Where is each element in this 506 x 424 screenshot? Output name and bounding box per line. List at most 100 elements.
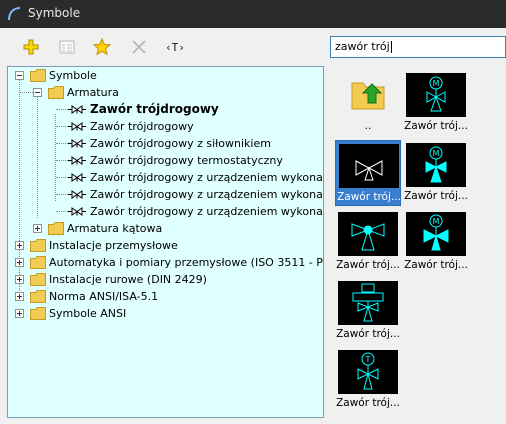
tree-leaf-valve[interactable]: Zawór trójdrogowy z urządzeniem wykonawc… [8, 169, 323, 186]
symbol-gallery: .. M Zawór trój... Zawór trój... M Zawór… [330, 66, 506, 418]
tree-item-symbole-ansi[interactable]: Symbole ANSI [8, 305, 323, 322]
three-way-valve-icon [68, 139, 86, 148]
folder-icon [30, 290, 46, 303]
tree-leaf-valve[interactable]: Zawór trójdrogowy [8, 118, 323, 135]
search-input[interactable]: zawór trój [330, 36, 506, 58]
collapse-toggle[interactable] [33, 88, 42, 97]
tree-line [56, 143, 68, 144]
tile-image: T [338, 350, 398, 394]
tile-image: M [406, 73, 466, 117]
tree-item-label: Zawór trójdrogowy [90, 102, 219, 116]
symbol-tile[interactable]: M Zawór trój... [403, 140, 469, 206]
search-value: zawór trój [335, 40, 390, 53]
tree-item-label: Zawór trójdrogowy termostatyczny [90, 154, 283, 167]
delete-button[interactable] [130, 38, 148, 56]
tree-item-label: Zawór trójdrogowy z urządzeniem wykonawc… [90, 205, 323, 218]
add-icon [23, 39, 39, 55]
symbol-tile[interactable]: M Zawór trój... [403, 70, 469, 136]
tile-image [338, 281, 398, 325]
text-caret [390, 41, 392, 53]
tree-item-instalacje-przemyslowe[interactable]: Instalacje przemysłowe [8, 237, 323, 254]
tree-line [56, 194, 68, 195]
three-way-valve-icon [68, 105, 86, 114]
valve-thermostatic-symbol [351, 223, 385, 251]
tree-leaf-valve[interactable]: Zawór trójdrogowy z urządzeniem wykonawc… [8, 186, 323, 203]
tree-item-instalacje-rurowe[interactable]: Instalacje rurowe (DIN 2429) [8, 271, 323, 288]
tree-item-label: Zawór trójdrogowy [90, 120, 194, 133]
delete-icon [132, 40, 146, 54]
window-title: Symbole [28, 6, 81, 20]
tree-leaf-valve[interactable]: Zawór trójdrogowy z urządzeniem wykonawc… [8, 203, 323, 220]
tree-line [56, 211, 68, 212]
folder-icon [30, 307, 46, 320]
tree-leaf-valve[interactable]: Zawór trójdrogowy [8, 101, 323, 118]
title-bar: Symbole [0, 0, 506, 28]
symbol-tile[interactable]: T Zawór trój... [335, 347, 401, 413]
tree-item-label: Instalacje przemysłowe [49, 239, 178, 252]
expand-toggle[interactable] [15, 258, 24, 267]
properties-icon [59, 40, 75, 54]
app-icon [8, 7, 21, 21]
add-button[interactable] [22, 38, 40, 56]
favorite-button[interactable] [93, 38, 111, 56]
folder-icon [30, 69, 46, 82]
tile-image [338, 73, 398, 117]
tile-caption: Zawór trój... [336, 397, 400, 409]
folder-icon [48, 86, 64, 99]
expand-toggle[interactable] [33, 224, 42, 233]
folder-icon [30, 256, 46, 269]
three-way-valve-icon [68, 190, 86, 199]
tree-item-label: Norma ANSI/ISA-5.1 [49, 290, 159, 303]
tree-line [56, 109, 68, 110]
text-tag-button[interactable]: ‹T› [162, 38, 188, 56]
valve-t-actuator-symbol: T [357, 352, 379, 390]
folder-icon [48, 222, 64, 235]
svg-text:M: M [433, 149, 440, 158]
symbol-tile[interactable]: M Zawór trój... [403, 209, 469, 275]
tile-image: M [406, 212, 466, 256]
tree-item-label: Symbole [49, 69, 97, 82]
tree-line [20, 92, 33, 93]
valve-actuator-box-symbol [352, 283, 384, 322]
symbol-tree[interactable]: Symbole Armatura Zawór trójdrogowy Zawór… [7, 66, 324, 418]
tree-item-symbole[interactable]: Symbole [8, 67, 323, 84]
tile-caption: Zawór trój... [404, 259, 468, 271]
tree-item-automatyka[interactable]: Automatyka i pomiary przemysłowe (ISO 35… [8, 254, 323, 271]
properties-button[interactable] [58, 38, 76, 56]
tree-leaf-valve[interactable]: Zawór trójdrogowy termostatyczny [8, 152, 323, 169]
expand-toggle[interactable] [15, 309, 24, 318]
tile-caption: Zawór trój... [336, 328, 400, 340]
symbol-tile-up-folder[interactable]: .. [335, 70, 401, 136]
tree-item-label: Zawór trójdrogowy z urządzeniem wykonawc… [90, 188, 323, 201]
three-way-valve-icon [68, 156, 86, 165]
expand-toggle[interactable] [15, 275, 24, 284]
tree-item-label: Armatura kątowa [67, 222, 163, 235]
symbol-tile[interactable]: Zawór trój... [335, 278, 401, 344]
tree-item-norma-ansi-isa[interactable]: Norma ANSI/ISA-5.1 [8, 288, 323, 305]
favorite-star-icon [93, 38, 111, 56]
collapse-toggle[interactable] [15, 71, 24, 80]
tile-caption: Zawór trój... [404, 120, 468, 132]
tile-caption: .. [364, 120, 372, 132]
folder-up-icon [351, 82, 385, 110]
tree-item-armatura-katowa[interactable]: Armatura kątowa [8, 220, 323, 237]
tile-caption: Zawór trój... [404, 190, 468, 202]
valve-plain-symbol [355, 160, 383, 181]
valve-motor-filled-symbol: M [425, 146, 447, 183]
tree-item-label: Zawór trójdrogowy z urządzeniem wykonawc… [90, 171, 323, 184]
tree-item-armatura[interactable]: Armatura [8, 84, 323, 101]
svg-text:M: M [433, 79, 440, 88]
tree-line [56, 177, 68, 178]
valve-motor-symbol: M [426, 76, 446, 112]
tree-item-label: Instalacje rurowe (DIN 2429) [49, 273, 207, 286]
expand-toggle[interactable] [15, 241, 24, 250]
folder-icon [30, 239, 46, 252]
tree-leaf-valve[interactable]: Zawór trójdrogowy z siłownikiem [8, 135, 323, 152]
text-tag-icon: ‹T› [165, 40, 185, 54]
expand-toggle[interactable] [15, 292, 24, 301]
tile-image: M [406, 143, 466, 187]
symbol-tile[interactable]: Zawór trój... [335, 209, 401, 275]
tree-item-label: Symbole ANSI [49, 307, 127, 320]
symbol-tile-selected[interactable]: Zawór trój... [335, 140, 401, 206]
tile-caption: Zawór trój... [336, 259, 400, 271]
